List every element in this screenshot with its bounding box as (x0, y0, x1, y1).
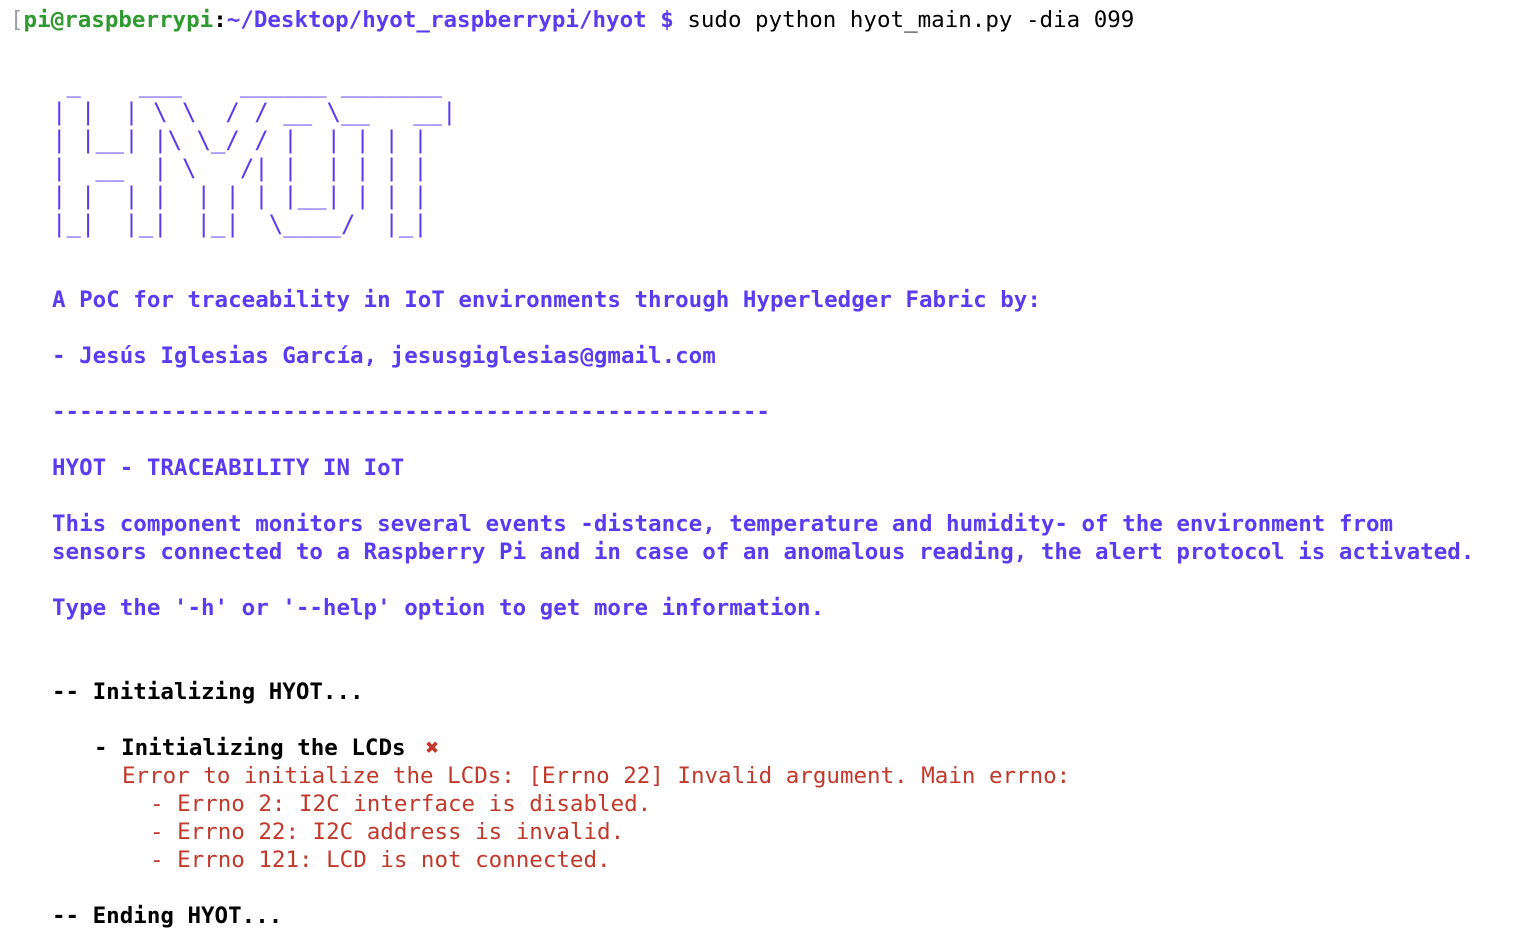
component-title: HYOT - TRACEABILITY IN IoT (52, 455, 405, 481)
prompt-bracket: [ (10, 7, 24, 33)
poc-description: A PoC for traceability in IoT environmen… (52, 287, 1041, 313)
log-initializing: -- Initializing HYOT... (52, 679, 364, 705)
errno-item: - Errno 121: LCD is not connected. (150, 847, 611, 873)
errno-item: - Errno 2: I2C interface is disabled. (150, 791, 652, 817)
author-line: - Jesús Iglesias García, jesusgiglesias@… (52, 343, 716, 369)
prompt-separator: : (213, 7, 227, 33)
command-prompt-line: [pi@raspberrypi:~/Desktop/hyot_raspberry… (10, 6, 1134, 34)
description-line-2: sensors connected to a Raspberry Pi and … (52, 539, 1475, 565)
log-ending: -- Ending HYOT... (52, 903, 283, 929)
hyot-ascii-banner: _ ___ ______ _______ | | | \ \ / / __ \_… (52, 70, 457, 238)
prompt-command: sudo python hyot_main.py -dia 099 (687, 7, 1135, 33)
prompt-user-host: pi@raspberrypi (23, 7, 214, 33)
errno-item: - Errno 22: I2C address is invalid. (150, 819, 625, 845)
prompt-symbol: $ (660, 7, 674, 33)
prompt-path: ~/Desktop/hyot_raspberrypi/hyot (226, 7, 647, 33)
description-line-1: This component monitors several events -… (52, 511, 1394, 537)
fail-x-icon: ✖ (425, 735, 440, 761)
log-lcd-error: Error to initialize the LCDs: [Errno 22]… (122, 763, 1071, 789)
lcd-step-label: - Initializing the LCDs (94, 735, 406, 761)
log-lcd-step: - Initializing the LCDs ✖ (94, 734, 439, 762)
terminal-window[interactable]: [pi@raspberrypi:~/Desktop/hyot_raspberry… (0, 0, 1532, 940)
help-hint: Type the '-h' or '--help' option to get … (52, 595, 825, 621)
separator-line: ----------------------------------------… (52, 399, 770, 425)
